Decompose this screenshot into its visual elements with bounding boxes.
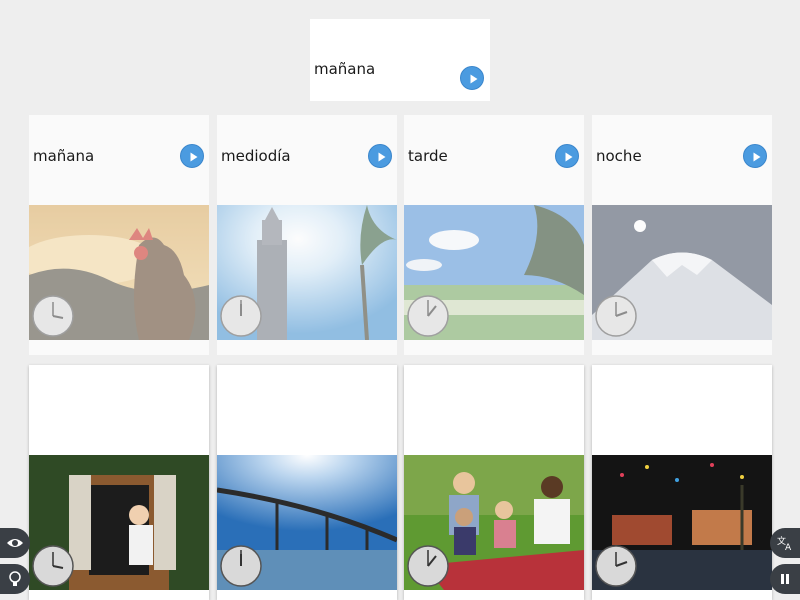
pause-icon xyxy=(781,574,789,584)
clock-icon xyxy=(407,295,449,337)
woman-window-image xyxy=(29,455,209,590)
answer-card-word: mediodía xyxy=(221,147,291,165)
answer-play-button[interactable] xyxy=(180,144,204,168)
lightbulb-icon xyxy=(9,571,21,586)
pause-button[interactable] xyxy=(770,564,800,594)
answer-card-tarde[interactable]: tarde xyxy=(404,115,584,355)
answer-play-button[interactable] xyxy=(743,144,767,168)
tower-sun-image xyxy=(217,205,397,340)
afternoon-field-image xyxy=(404,205,584,340)
hint-button[interactable] xyxy=(0,564,30,594)
translate-icon: 文 A xyxy=(777,535,792,552)
answer-card-noche[interactable]: noche xyxy=(592,115,772,355)
answer-card-word: noche xyxy=(596,147,642,165)
choice-card-4[interactable] xyxy=(592,365,772,600)
prompt-play-button[interactable] xyxy=(460,66,484,90)
clock-icon xyxy=(32,545,74,587)
clock-icon xyxy=(32,295,74,337)
family-picnic-image xyxy=(404,455,584,590)
show-answers-button[interactable] xyxy=(0,528,30,558)
answer-play-button[interactable] xyxy=(555,144,579,168)
prompt-card: mañana xyxy=(310,19,490,101)
bridge-noon-image xyxy=(217,455,397,590)
answer-card-mediodia[interactable]: mediodía xyxy=(217,115,397,355)
play-icon xyxy=(378,152,386,162)
choice-card-2[interactable] xyxy=(217,365,397,600)
translate-button[interactable]: 文 A xyxy=(770,528,800,558)
clock-icon xyxy=(220,545,262,587)
eye-icon xyxy=(7,539,23,547)
clock-icon xyxy=(407,545,449,587)
choice-card-1[interactable] xyxy=(29,365,209,600)
clock-icon xyxy=(595,545,637,587)
play-icon xyxy=(190,152,198,162)
answer-play-button[interactable] xyxy=(368,144,392,168)
clock-icon xyxy=(595,295,637,337)
answer-card-manana[interactable]: mañana xyxy=(29,115,209,355)
prompt-word: mañana xyxy=(314,60,376,78)
choice-card-3[interactable] xyxy=(404,365,584,600)
svg-text:A: A xyxy=(785,543,792,552)
play-icon xyxy=(470,74,478,84)
play-icon xyxy=(753,152,761,162)
rooster-sunrise-image xyxy=(29,205,209,340)
volcano-moon-image xyxy=(592,205,772,340)
play-icon xyxy=(565,152,573,162)
answer-card-word: mañana xyxy=(33,147,95,165)
clock-icon xyxy=(220,295,262,337)
town-night-image xyxy=(592,455,772,590)
answer-card-word: tarde xyxy=(408,147,448,165)
